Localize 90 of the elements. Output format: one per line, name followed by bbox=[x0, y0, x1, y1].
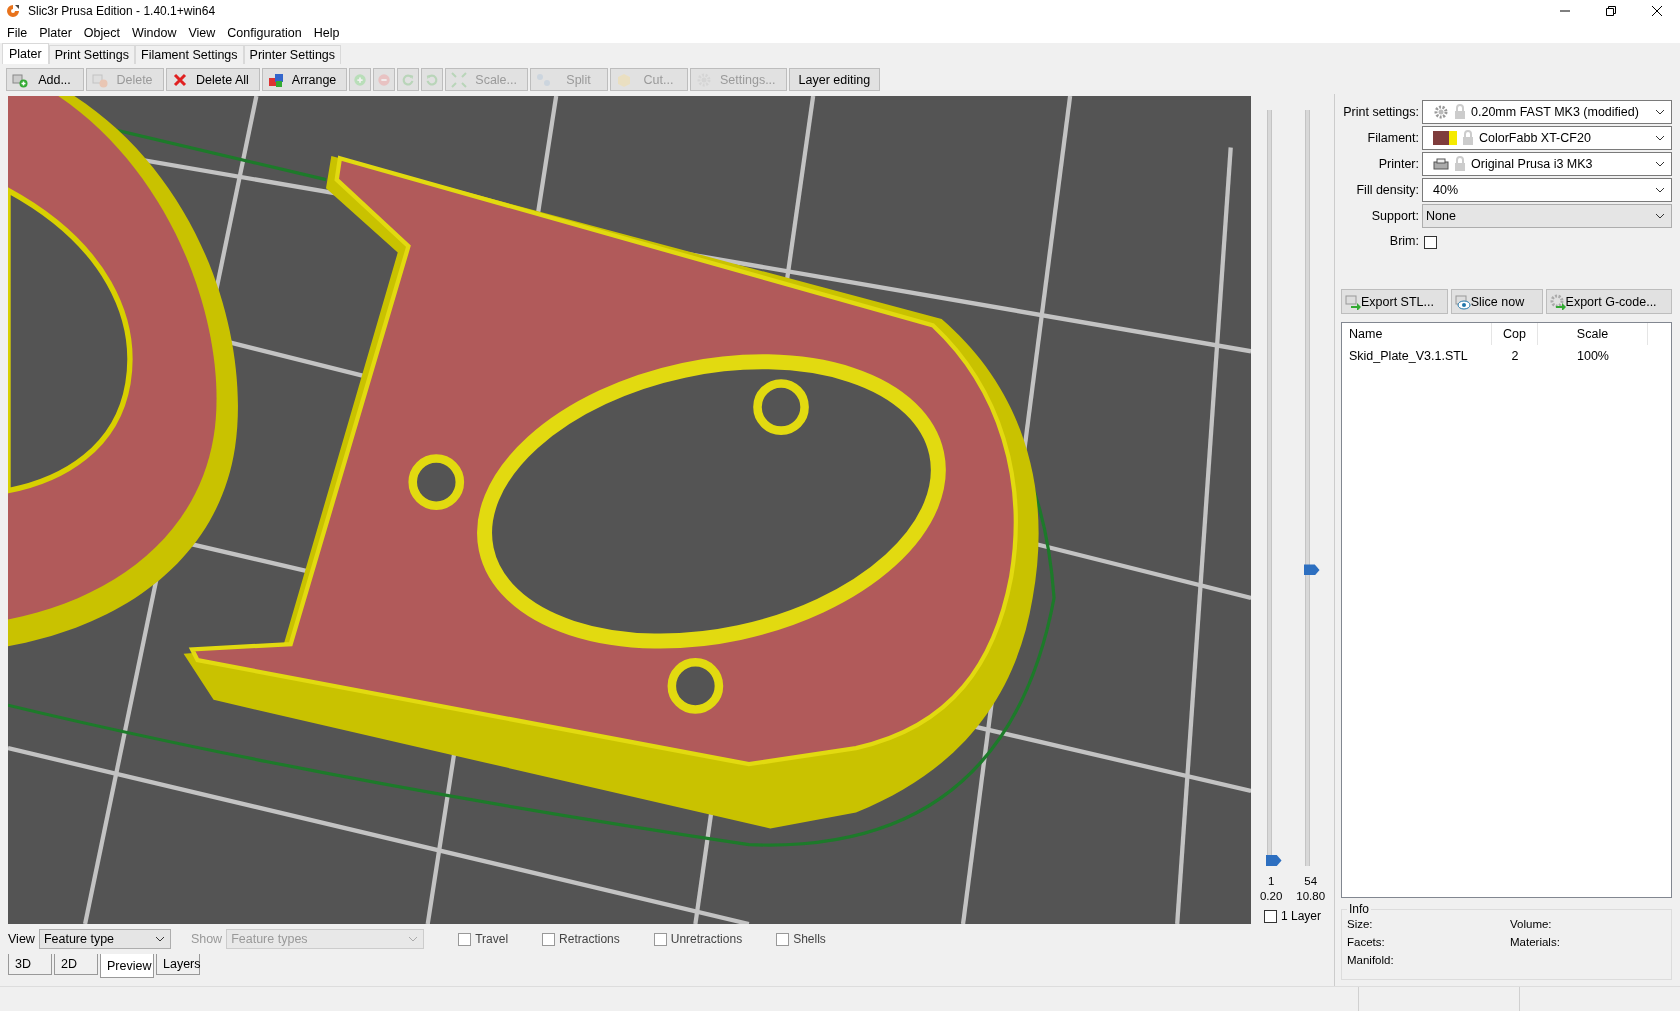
setting-dropdown[interactable]: ColorFabb XT-CF20 bbox=[1422, 126, 1672, 150]
minus-icon bbox=[377, 71, 392, 88]
toolbar-button[interactable]: Arrange bbox=[261, 68, 348, 91]
setting-dropdown[interactable]: None bbox=[1422, 204, 1672, 228]
menu-item[interactable]: File bbox=[3, 23, 36, 42]
restore-icon[interactable] bbox=[1606, 6, 1616, 16]
caret-icon bbox=[1655, 213, 1665, 219]
app-logo-icon bbox=[6, 4, 20, 18]
column-header[interactable]: Cop bbox=[1492, 323, 1538, 345]
checkbox[interactable]: Retractions bbox=[542, 932, 620, 946]
setting-dropdown[interactable]: Original Prusa i3 MK3 bbox=[1422, 152, 1672, 176]
layer-number: 1 bbox=[1267, 874, 1275, 889]
action-button[interactable]: Slice now bbox=[1450, 289, 1543, 314]
info-label: Facets: bbox=[1347, 936, 1386, 948]
cube-icon bbox=[616, 71, 632, 88]
setting-dropdown[interactable]: 0.20mm FAST MK3 (modified) bbox=[1422, 100, 1672, 124]
printer-icon bbox=[1433, 156, 1449, 172]
export-icon bbox=[1549, 293, 1566, 310]
column-header[interactable]: Name bbox=[1342, 323, 1492, 345]
checkbox[interactable]: Unretractions bbox=[653, 932, 743, 946]
menu-item[interactable]: Object bbox=[79, 23, 128, 42]
lock-icon bbox=[1454, 104, 1466, 120]
window-title: Slic3r Prusa Edition - 1.40.1+win64 bbox=[28, 4, 216, 18]
gear-icon bbox=[1433, 104, 1449, 120]
tab[interactable]: Layers bbox=[156, 954, 200, 975]
show-label: Show bbox=[190, 932, 223, 946]
caret-icon bbox=[408, 936, 419, 942]
plus-icon bbox=[353, 71, 368, 88]
menu-item[interactable]: Configuration bbox=[223, 23, 310, 42]
view-dropdown[interactable]: Feature type bbox=[38, 929, 171, 949]
setting-dropdown[interactable]: 40% bbox=[1422, 178, 1672, 202]
tab[interactable]: Print Settings bbox=[48, 45, 135, 64]
one-layer-checkbox[interactable]: 1 Layer bbox=[1264, 909, 1322, 923]
layer-height: 10.80 bbox=[1296, 889, 1326, 904]
menu-item[interactable]: View bbox=[184, 23, 224, 42]
menu-item[interactable]: Plater bbox=[35, 23, 80, 42]
info-label: Size: bbox=[1347, 918, 1374, 930]
caret-icon bbox=[1655, 161, 1665, 167]
menu-item[interactable]: Window bbox=[127, 23, 185, 42]
caret-icon bbox=[1655, 109, 1665, 115]
blocks-icon bbox=[267, 71, 284, 88]
info-label: Materials: bbox=[1510, 936, 1561, 948]
toolbar-button[interactable]: Delete All bbox=[166, 68, 260, 91]
tab[interactable]: Filament Settings bbox=[135, 45, 244, 64]
tab[interactable]: Preview bbox=[100, 954, 154, 978]
eye-icon bbox=[1454, 293, 1471, 310]
setting-label: Fill density: bbox=[1355, 183, 1419, 197]
action-button[interactable]: Export STL... bbox=[1341, 289, 1448, 314]
layer-height: 0.20 bbox=[1259, 889, 1283, 904]
cubes-icon bbox=[92, 71, 108, 88]
object-list[interactable]: Name Cop Scale Skid_Plate_V3.1.STL 2 100% bbox=[1341, 322, 1672, 898]
layer-number: 54 bbox=[1304, 874, 1318, 889]
tab[interactable]: 2D bbox=[54, 954, 98, 975]
info-label: Volume: bbox=[1510, 918, 1553, 930]
table-cell-text: 100% bbox=[1576, 348, 1610, 363]
lock-icon bbox=[1454, 156, 1466, 172]
caret-icon bbox=[154, 936, 165, 942]
toolbar-button[interactable]: Layer editing bbox=[788, 68, 881, 91]
setting-label: Filament: bbox=[1366, 131, 1419, 145]
setting-label: Support: bbox=[1370, 209, 1419, 223]
setting-label: Printer: bbox=[1377, 157, 1419, 171]
info-title: Info bbox=[1348, 902, 1370, 916]
view-label: View bbox=[8, 932, 35, 946]
tab[interactable]: Printer Settings bbox=[243, 45, 342, 64]
toolbar-button[interactable]: Add... bbox=[6, 68, 84, 91]
table-cell-text: 2 bbox=[1510, 348, 1520, 363]
column-header[interactable]: Scale bbox=[1538, 323, 1648, 345]
tab[interactable]: 3D bbox=[8, 954, 52, 975]
brim-label: Brim: bbox=[1388, 234, 1419, 248]
tab[interactable]: Plater bbox=[2, 43, 49, 64]
export-icon bbox=[1345, 293, 1361, 310]
checkbox[interactable]: Shells bbox=[776, 932, 826, 946]
table-cell-text: Skid_Plate_V3.1.STL bbox=[1348, 348, 1469, 363]
setting-label: Print settings: bbox=[1342, 105, 1419, 119]
slider-thumb[interactable] bbox=[1303, 564, 1320, 576]
menu-item[interactable]: Help bbox=[309, 23, 348, 42]
lock-icon bbox=[1462, 130, 1474, 146]
action-button[interactable]: Export G-code... bbox=[1545, 289, 1672, 314]
expand-icon bbox=[451, 71, 468, 88]
info-label: Manifold: bbox=[1347, 954, 1395, 966]
cross-icon bbox=[172, 71, 188, 88]
color-swatch-icon bbox=[1433, 131, 1457, 145]
slider-thumb[interactable] bbox=[1265, 855, 1282, 866]
close-icon[interactable] bbox=[1652, 6, 1662, 16]
cubes-icon bbox=[12, 71, 28, 88]
print-preview-drawing[interactable] bbox=[8, 96, 1252, 924]
caret-icon bbox=[1655, 187, 1665, 193]
checkbox[interactable]: Travel bbox=[458, 932, 509, 946]
brim-checkbox[interactable] bbox=[1424, 236, 1437, 249]
caret-icon bbox=[1655, 135, 1665, 141]
